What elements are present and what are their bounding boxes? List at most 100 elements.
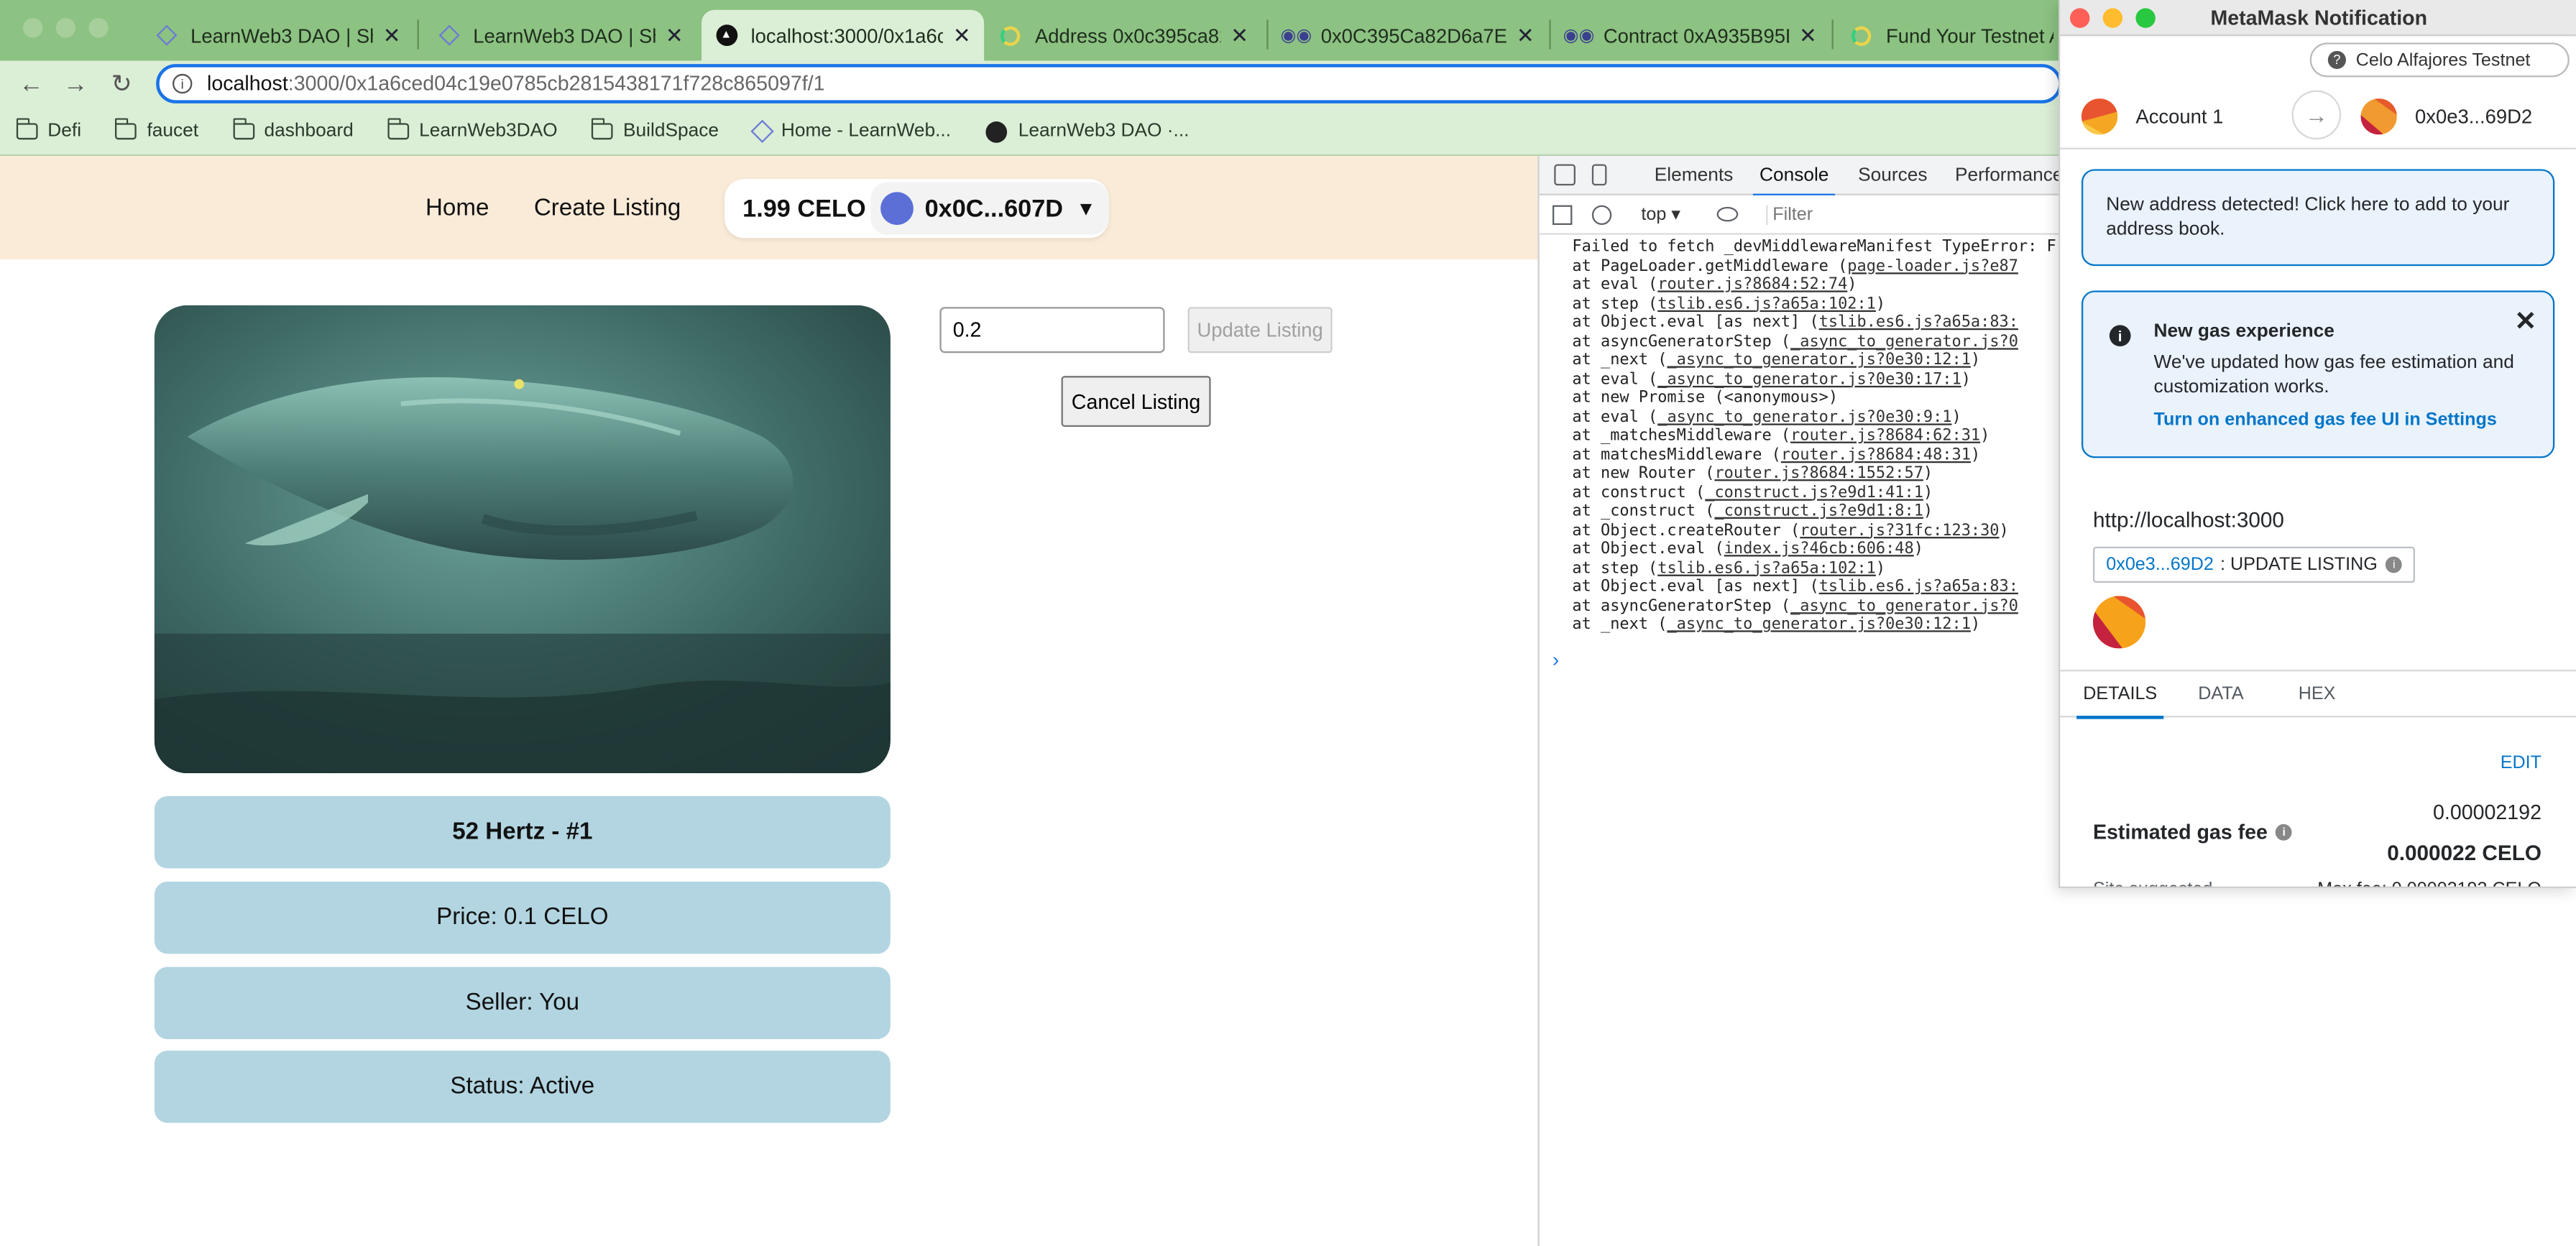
source-link[interactable]: tslib.es6.js?a65a:83: bbox=[1819, 578, 2018, 596]
url-bar[interactable]: i localhost:3000/0x1a6ced04c19e0785cb281… bbox=[156, 64, 2062, 103]
zoom-window-button[interactable] bbox=[88, 18, 109, 38]
browser-tab[interactable]: Address 0x0c395ca82d ✕ bbox=[985, 10, 1261, 61]
minimize-window-button[interactable] bbox=[55, 18, 76, 38]
source-link[interactable]: _async_to_generator.js?0 bbox=[1790, 333, 2018, 351]
reload-icon[interactable]: ↻ bbox=[107, 69, 137, 98]
source-link[interactable]: _async_to_generator.js?0e30:17:1 bbox=[1657, 370, 1961, 388]
source-link[interactable]: page-loader.js?e87 bbox=[1847, 257, 2018, 275]
source-link[interactable]: tslib.es6.js?a65a:83: bbox=[1819, 313, 2018, 331]
source-link[interactable]: _async_to_generator.js?0e30:12:1 bbox=[1667, 616, 1970, 634]
console-line: at new Router (router.js?8684:1552:57) bbox=[1572, 464, 1933, 483]
enhanced-gas-settings-link[interactable]: Turn on enhanced gas fee UI in Settings bbox=[2154, 410, 2497, 430]
binoculars-icon: ◉◉ bbox=[1280, 26, 1312, 46]
browser-tab[interactable]: Fund Your Testnet Ac bbox=[1836, 10, 2066, 61]
browser-tab-active[interactable]: ▲ localhost:3000/0x1a6ce ✕ bbox=[701, 9, 985, 61]
console-line: at eval (_async_to_generator.js?0e30:17:… bbox=[1572, 370, 1971, 389]
close-window-button[interactable] bbox=[22, 18, 43, 38]
method-name: : UPDATE LISTING bbox=[2220, 555, 2378, 575]
back-arrow-icon[interactable]: ← bbox=[17, 69, 46, 98]
close-tab-icon[interactable]: ✕ bbox=[1517, 22, 1535, 49]
source-link[interactable]: _async_to_generator.js?0e30:9:1 bbox=[1657, 408, 1951, 426]
inspect-element-icon[interactable] bbox=[1554, 164, 1576, 186]
browser-tab[interactable]: LearnWeb3 DAO | Ship ✕ bbox=[424, 10, 696, 61]
bookmark-link[interactable]: Home - LearnWeb... bbox=[750, 119, 951, 143]
estimated-gas-fee-label: Estimated gas fee i bbox=[2093, 821, 2293, 844]
account-jazzicon bbox=[2081, 98, 2118, 135]
folder-icon bbox=[116, 118, 137, 140]
site-info-icon[interactable]: i bbox=[172, 73, 193, 94]
console-line: at eval (router.js?8684:52:74) bbox=[1572, 275, 1857, 294]
clear-console-icon[interactable] bbox=[1591, 205, 1612, 225]
eye-icon[interactable] bbox=[1716, 206, 1739, 222]
nft-seller: Seller: You bbox=[154, 966, 891, 1040]
transaction-tabs: DETAILS DATA HEX bbox=[2060, 670, 2576, 719]
new-price-input[interactable] bbox=[939, 307, 1165, 354]
console-line: at construct (_construct.js?e9d1:41:1) bbox=[1572, 483, 1933, 502]
source-link[interactable]: index.js?46cb:606:48 bbox=[1724, 540, 1914, 558]
edit-gas-link[interactable]: EDIT bbox=[2501, 754, 2542, 773]
wallet-address: 0x0C...607D bbox=[924, 194, 1064, 223]
wallet-account[interactable]: 0x0C...607D ▼ bbox=[870, 182, 1109, 235]
wallet-button[interactable]: 1.99 CELO 0x0C...607D ▼ bbox=[724, 179, 1109, 239]
tab-elements[interactable]: Elements bbox=[1655, 166, 1734, 185]
tab-hex[interactable]: HEX bbox=[2299, 685, 2336, 704]
cancel-listing-button[interactable]: Cancel Listing bbox=[1061, 376, 1211, 427]
source-link[interactable]: _construct.js?e9d1:41:1 bbox=[1705, 484, 1923, 502]
sidebar-toggle-icon[interactable] bbox=[1552, 205, 1573, 225]
close-tab-icon[interactable]: ✕ bbox=[666, 22, 684, 49]
tab-console[interactable]: Console bbox=[1752, 166, 1836, 198]
bookmark-link[interactable]: LearnWeb3 DAO ·... bbox=[985, 120, 1189, 142]
from-account[interactable]: Account 1 bbox=[2135, 105, 2223, 128]
bookmark-folder[interactable]: dashboard bbox=[233, 118, 354, 141]
source-link[interactable]: tslib.es6.js?a65a:102:1 bbox=[1657, 559, 1876, 577]
close-tab-icon[interactable]: ✕ bbox=[1230, 22, 1248, 49]
source-link[interactable]: router.js?8684:62:31 bbox=[1790, 427, 1980, 445]
context-selector[interactable]: top ▾ bbox=[1641, 203, 1680, 225]
bookmark-folder[interactable]: LearnWeb3DAO bbox=[387, 118, 558, 141]
contract-address-link[interactable]: 0x0e3...69D2 bbox=[2106, 555, 2214, 574]
tab-performance[interactable]: Performance bbox=[1955, 166, 2063, 185]
devtools-panel: Elements Console Sources Performance top… bbox=[1537, 156, 2064, 1246]
browser-tab[interactable]: ◉◉ 0x0C395Ca82D6a7E4f ✕ bbox=[1271, 10, 1547, 61]
info-icon: i bbox=[2109, 325, 2131, 347]
tab-data[interactable]: DATA bbox=[2198, 685, 2243, 704]
source-link[interactable]: _construct.js?e9d1:8:1 bbox=[1714, 502, 1923, 520]
source-link[interactable]: _async_to_generator.js?0 bbox=[1790, 596, 2018, 614]
tab-sources[interactable]: Sources bbox=[1858, 166, 1927, 185]
source-link[interactable]: _async_to_generator.js?0e30:12:1 bbox=[1667, 351, 1970, 369]
update-listing-button[interactable]: Update Listing bbox=[1187, 307, 1333, 354]
close-tab-icon[interactable]: ✕ bbox=[953, 22, 971, 49]
source-link[interactable]: router.js?8684:52:74 bbox=[1657, 276, 1847, 294]
nav-home-link[interactable]: Home bbox=[426, 195, 489, 222]
network-selector[interactable]: ? Celo Alfajores Testnet bbox=[2309, 42, 2570, 78]
info-icon[interactable]: i bbox=[2386, 556, 2403, 573]
celo-icon bbox=[1850, 24, 1873, 47]
source-link[interactable]: router.js?8684:48:31 bbox=[1781, 446, 1971, 463]
tab-details[interactable]: DETAILS bbox=[2076, 685, 2164, 719]
source-link[interactable]: router.js?8684:1552:57 bbox=[1714, 465, 1923, 483]
close-tab-icon[interactable]: ✕ bbox=[1799, 22, 1817, 49]
max-fee-label: Max fee: 0.00002192 CELO bbox=[2317, 880, 2542, 887]
source-link[interactable]: router.js?31fc:123:30 bbox=[1800, 521, 1999, 539]
console-line: at PageLoader.getMiddleware (page-loader… bbox=[1572, 257, 2018, 275]
nav-create-listing-link[interactable]: Create Listing bbox=[534, 195, 681, 222]
browser-tab[interactable]: LearnWeb3 DAO | Ship ✕ bbox=[142, 10, 414, 61]
console-prompt-icon[interactable]: › bbox=[1552, 648, 1559, 671]
bookmark-folder[interactable]: BuildSpace bbox=[592, 118, 719, 141]
console-filter-input[interactable]: Filter bbox=[1766, 205, 1813, 225]
device-toolbar-icon[interactable] bbox=[1591, 164, 1607, 186]
close-tab-icon[interactable]: ✕ bbox=[383, 22, 401, 49]
recipient-address[interactable]: 0x0e3...69D2 bbox=[2415, 105, 2532, 128]
new-address-alert[interactable]: New address detected! Click here to add … bbox=[2081, 169, 2555, 267]
forward-arrow-icon[interactable]: → bbox=[61, 69, 91, 98]
close-icon[interactable]: ✕ bbox=[2514, 305, 2536, 338]
info-icon[interactable]: i bbox=[2276, 823, 2293, 841]
learnweb3-icon bbox=[155, 24, 178, 47]
browser-tab[interactable]: ◉◉ Contract 0xA935B95D ✕ bbox=[1554, 10, 1830, 61]
console-line: at matchesMiddleware (router.js?8684:48:… bbox=[1572, 446, 1981, 464]
bookmark-folder[interactable]: Defi bbox=[16, 118, 81, 141]
console-line: at Object.createRouter (router.js?31fc:1… bbox=[1572, 521, 2009, 540]
source-link[interactable]: tslib.es6.js?a65a:102:1 bbox=[1657, 295, 1876, 313]
bookmark-folder[interactable]: faucet bbox=[116, 118, 198, 141]
tab-separator bbox=[1549, 19, 1551, 50]
